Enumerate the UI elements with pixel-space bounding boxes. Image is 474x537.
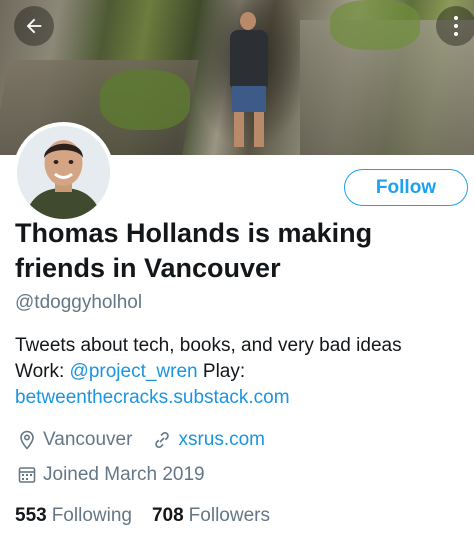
banner-moss [330, 0, 420, 50]
back-arrow-icon [26, 18, 42, 34]
profile-meta-joined: Joined March 2019 [15, 463, 205, 487]
bio-url-link[interactable]: betweenthecracks.substack.com [15, 387, 290, 408]
following-count-link[interactable]: 553 Following [15, 505, 132, 527]
calendar-icon [15, 463, 39, 487]
more-vertical-icon [454, 16, 458, 20]
location-text: Vancouver [43, 429, 133, 450]
profile-handle: @tdoggyholhol [15, 292, 143, 313]
profile-meta-location-website: Vancouver xsrus.com [15, 428, 265, 452]
profile-display-name: Thomas Hollands is making friends in Van… [15, 218, 373, 283]
followers-count: 708 [151, 505, 184, 526]
location-pin-icon [15, 428, 39, 452]
bio-mention-link[interactable]: @project_wren [70, 361, 198, 382]
following-count: 553 [15, 505, 47, 526]
back-button[interactable] [14, 6, 54, 46]
following-label: Following [51, 505, 132, 526]
followers-count-link[interactable]: 708 Followers [152, 505, 270, 527]
banner-moss [100, 70, 190, 130]
follow-button[interactable]: Follow [344, 169, 468, 206]
more-options-button[interactable] [436, 6, 474, 46]
joined-date: Joined March 2019 [43, 464, 205, 485]
followers-label: Followers [188, 505, 270, 526]
profile-bio: Tweets about tech, books, and very bad i… [15, 333, 455, 411]
bio-text-play: Play: [197, 361, 246, 382]
avatar[interactable] [13, 122, 114, 223]
website-link[interactable]: xsrus.com [178, 429, 265, 451]
profile-stats: 553 Following 708 Followers [15, 505, 270, 527]
avatar-photo [17, 126, 110, 219]
banner-hiker-figure [226, 12, 272, 147]
link-icon [150, 428, 174, 452]
